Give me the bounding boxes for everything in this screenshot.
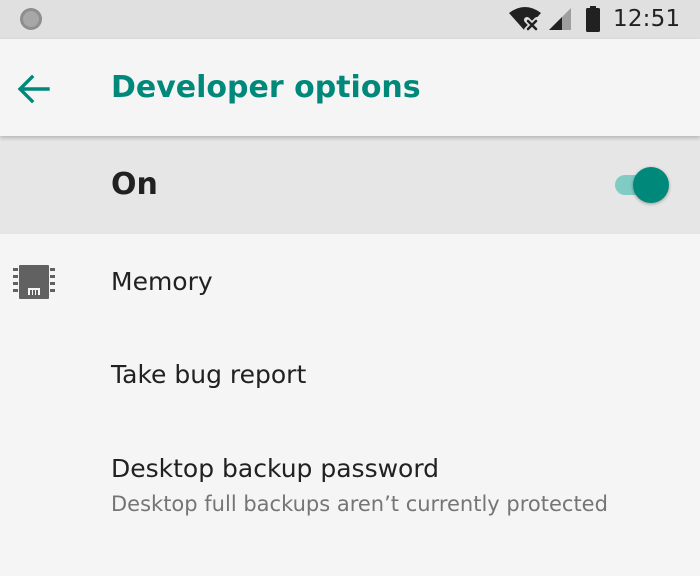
- settings-list: Memory Take bug report Desktop backup pa…: [0, 234, 700, 542]
- list-item-title: Memory: [111, 267, 213, 296]
- toggle-thumb: [633, 167, 669, 203]
- list-item-memory[interactable]: Memory: [0, 234, 700, 328]
- back-button[interactable]: [12, 67, 56, 111]
- list-item-title: Desktop backup password: [111, 454, 440, 483]
- status-clock: 12:51: [613, 6, 681, 32]
- cell-signal-icon: [549, 8, 571, 30]
- memory-chip-icon: [13, 265, 55, 299]
- list-item-desktop-backup-password[interactable]: Desktop backup password Desktop full bac…: [0, 422, 700, 542]
- list-item-title: Take bug report: [111, 360, 307, 389]
- master-switch-toggle[interactable]: [613, 167, 669, 205]
- master-switch-label: On: [111, 167, 158, 202]
- status-bar: 12:51: [0, 0, 700, 39]
- notification-dot-icon: [20, 8, 42, 30]
- wifi-no-internet-icon: [509, 7, 541, 33]
- battery-icon: [586, 6, 600, 32]
- page-title: Developer options: [111, 70, 421, 105]
- list-item-take-bug-report[interactable]: Take bug report: [0, 328, 700, 422]
- master-switch-bar[interactable]: On: [0, 136, 700, 234]
- app-bar: Developer options: [0, 39, 700, 136]
- list-item-summary: Desktop full backups aren’t currently pr…: [111, 492, 608, 516]
- arrow-back-icon: [17, 74, 50, 104]
